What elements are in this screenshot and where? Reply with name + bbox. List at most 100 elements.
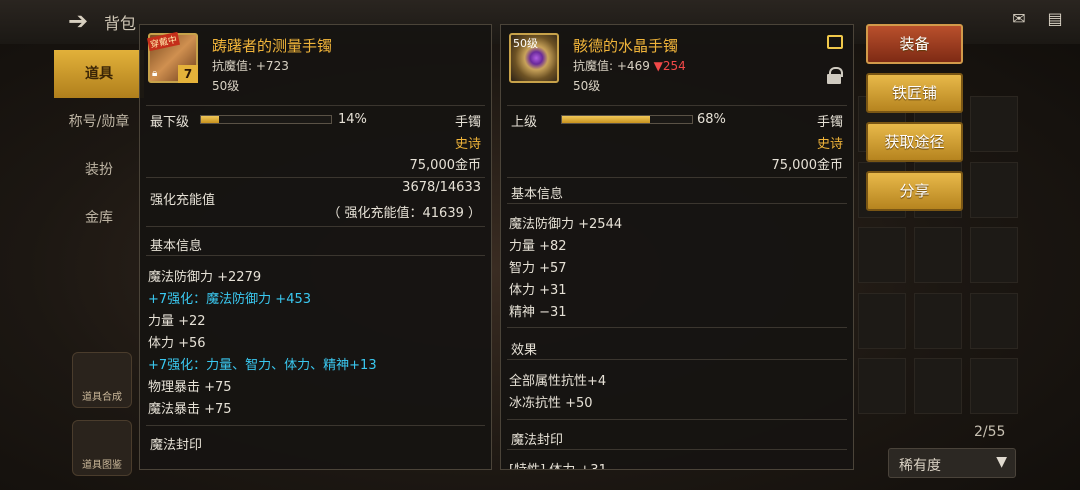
acquisition-button[interactable]: 获取途径 — [866, 122, 963, 162]
stat-line: 魔法防御力 +2279 — [148, 270, 262, 285]
stat-line: 体力 +56 — [148, 336, 206, 351]
grade-progress-fill — [562, 116, 651, 123]
equipped-badge: 穿戴中 — [146, 31, 181, 52]
basic-info-title: 基本信息 — [150, 239, 203, 254]
stat-line: 魔法防御力 +2544 — [509, 217, 623, 232]
item-name: 踌躇者的测量手镯 — [212, 37, 333, 55]
divider — [146, 226, 485, 227]
divider — [507, 203, 847, 204]
effect-line: 冰冻抗性 +50 — [509, 396, 593, 411]
lock-icon[interactable] — [827, 67, 843, 85]
magic-seal-title: 魔法封印 — [511, 433, 564, 448]
item-slot: 手镯 — [454, 115, 481, 130]
sort-dropdown[interactable]: 稀有度 ▼ — [888, 448, 1016, 478]
basic-info-title: 基本信息 — [511, 187, 564, 202]
tab-costume[interactable]: 装扮 — [54, 146, 144, 194]
divider — [507, 177, 847, 178]
inventory-sidebar: 道具 称号/勋章 装扮 金库 道具合成 道具图鉴 — [54, 50, 144, 490]
inventory-slot[interactable] — [970, 96, 1018, 152]
anti-magic-value: 抗魔值: +469 ▼254 — [573, 57, 686, 74]
magic-seal-title: 魔法封印 — [150, 438, 203, 453]
inventory-slot[interactable] — [914, 292, 962, 349]
tab-items[interactable]: 道具 — [54, 50, 144, 98]
seal-stat-line: [特性] 体力 +31 — [509, 459, 607, 469]
item-name: 骸德的水晶手镯 — [573, 37, 679, 55]
grade-label: 上级 — [511, 115, 538, 130]
inventory-slot[interactable] — [858, 358, 906, 415]
crystal-bracelet-item-icon: 50级 — [509, 33, 559, 83]
divider — [146, 105, 485, 106]
inventory-slot[interactable] — [970, 358, 1018, 415]
effect-line: 全部属性抗性+4 — [509, 374, 607, 389]
item-level-tag: 50级 — [513, 37, 538, 50]
effect-title: 效果 — [511, 343, 538, 358]
stat-line: 精神 −31 — [509, 305, 567, 320]
page-title: 背包 — [104, 14, 137, 33]
grade-progress-bar — [200, 115, 332, 124]
divider — [146, 255, 485, 256]
item-rarity: 史诗 — [454, 137, 481, 152]
item-price: 75,000金币 — [771, 158, 844, 173]
stat-line: 力量 +22 — [148, 314, 206, 329]
stat-line: 力量 +82 — [509, 239, 567, 254]
grade-label: 最下级 — [150, 115, 190, 130]
divider — [146, 425, 485, 426]
divider — [507, 449, 847, 450]
sort-dropdown-value: 稀有度 — [899, 458, 941, 474]
tab-titles-medals[interactable]: 称号/勋章 — [54, 98, 144, 146]
amplify-label: 强化充能值 — [150, 193, 216, 208]
grade-percent: 14% — [338, 112, 367, 127]
item-synthesis-button[interactable]: 道具合成 — [72, 352, 132, 408]
anti-magic-number: : +723 — [248, 59, 289, 73]
anti-magic-label: 抗魔值 — [573, 59, 610, 73]
item-codex-button[interactable]: 道具图鉴 — [72, 420, 132, 476]
equipped-item-tooltip: 穿戴中 🔒︎ 7 踌躇者的测量手镯 抗魔值: +723 50级 最下级 14% … — [139, 24, 492, 470]
stat-line-enhanced: +7强化：魔法防御力 +453 — [148, 292, 312, 307]
share-icon[interactable] — [827, 35, 843, 49]
inventory-slot[interactable] — [914, 227, 962, 284]
grade-percent: 68% — [697, 112, 726, 127]
inventory-slot[interactable] — [858, 292, 906, 349]
inventory-slot[interactable] — [914, 358, 962, 415]
equip-button[interactable]: 装备 — [866, 24, 963, 64]
inventory-slot[interactable] — [970, 292, 1018, 349]
share-button[interactable]: 分享 — [866, 171, 963, 211]
stat-line: 智力 +57 — [509, 261, 567, 276]
item-price: 75,000金币 — [409, 158, 482, 173]
item-slot: 手镯 — [816, 115, 843, 130]
anti-magic-decrease: ▼254 — [653, 59, 686, 73]
item-rarity: 史诗 — [816, 137, 843, 152]
anti-magic-number: : +469 — [609, 59, 654, 73]
inventory-slot[interactable] — [858, 227, 906, 284]
stat-line: 魔法暴击 +75 — [148, 402, 232, 417]
back-arrow-icon[interactable]: ➔ — [68, 6, 98, 36]
item-synthesis-label: 道具合成 — [82, 392, 122, 403]
enhance-level-badge: 7 — [178, 65, 198, 83]
tab-vault[interactable]: 金库 — [54, 194, 144, 242]
blacksmith-button[interactable]: 铁匠铺 — [866, 73, 963, 113]
mail-icon[interactable]: ✉ — [1008, 10, 1030, 28]
inventory-page-count: 2/55 — [974, 424, 1006, 440]
chevron-down-icon: ▼ — [996, 454, 1007, 470]
item-level: 50级 — [573, 79, 601, 93]
inventory-slot[interactable] — [970, 161, 1018, 218]
divider — [146, 177, 485, 178]
stat-line: 体力 +31 — [509, 283, 567, 298]
inventory-slot[interactable] — [970, 227, 1018, 284]
amplify-total: （ 强化充能值：41639 ） — [327, 206, 481, 221]
compared-item-tooltip: 50级 骸德的水晶手镯 抗魔值: +469 ▼254 50级 上级 68% 手镯… — [500, 24, 854, 470]
top-icon-group: ✉ ▤ — [1008, 10, 1066, 28]
stat-line-enhanced: +7强化：力量、智力、体力、精神+13 — [148, 358, 377, 373]
chat-icon[interactable]: ▤ — [1044, 10, 1066, 28]
item-level: 50级 — [212, 79, 240, 93]
divider — [507, 359, 847, 360]
item-codex-label: 道具图鉴 — [82, 460, 122, 471]
grade-progress-bar — [561, 115, 693, 124]
bracelet-item-icon: 穿戴中 🔒︎ 7 — [146, 31, 198, 83]
anti-magic-label: 抗魔值 — [212, 59, 249, 73]
amplify-value: 3678/14633 — [402, 180, 481, 195]
divider — [507, 419, 847, 420]
grade-progress-fill — [201, 116, 220, 123]
divider — [507, 105, 847, 106]
anti-magic-value: 抗魔值: +723 — [212, 57, 289, 74]
